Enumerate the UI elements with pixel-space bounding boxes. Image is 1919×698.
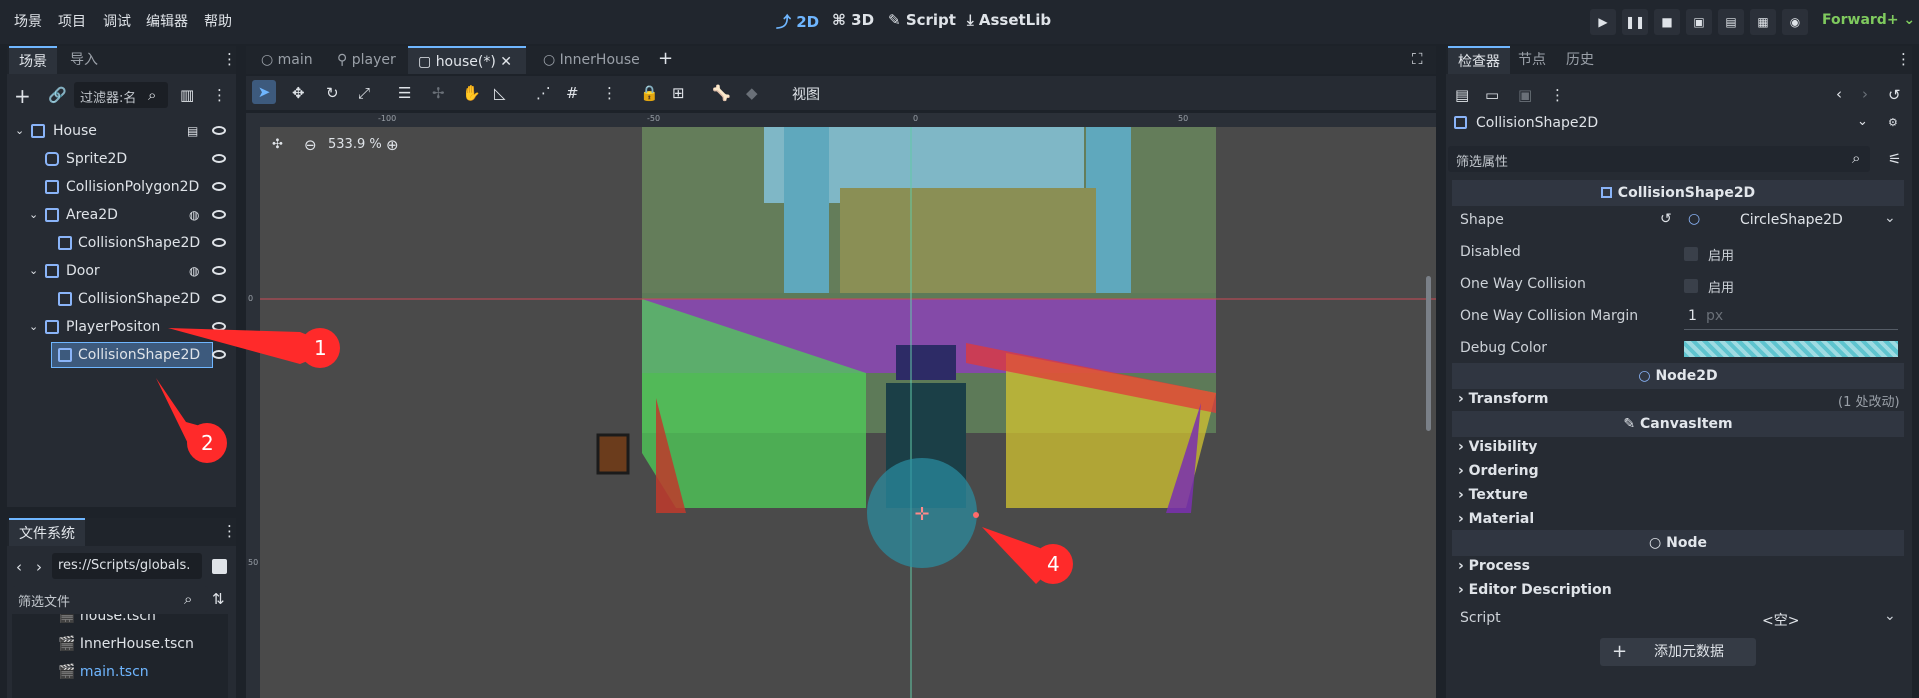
script-value[interactable]: <空> [1762, 610, 1799, 630]
prop-one-way-collision: One Way Collision 启用 [1460, 276, 1735, 296]
section-node2d[interactable]: ○ Node2D [1452, 363, 1904, 389]
recent-icon[interactable]: ↺ [1888, 86, 1901, 104]
callout-2-label: 2 [201, 431, 214, 455]
plus-icon: + [1612, 641, 1628, 662]
circle-shape-icon: ○ [1688, 211, 1701, 227]
group-ordering[interactable]: › Ordering [1458, 463, 1539, 479]
save-resource-icon[interactable]: ▣ [1518, 86, 1532, 104]
revert-icon[interactable]: ↺ [1660, 211, 1672, 227]
history-back-icon[interactable]: ‹ [1836, 85, 1842, 103]
chevron-right-icon: › [1458, 391, 1464, 407]
shape-resource-dropdown[interactable]: CircleShape2D [1740, 212, 1843, 228]
shape-icon [1600, 187, 1612, 198]
group-visibility[interactable]: › Visibility [1458, 439, 1537, 455]
one-way-checkbox[interactable] [1684, 279, 1698, 293]
group-editor-description[interactable]: › Editor Description [1458, 582, 1612, 598]
add-metadata-button[interactable]: + 添加元数据 [1600, 638, 1756, 666]
callout-1-label: 1 [314, 336, 327, 360]
search-icon: ⌕ [1852, 149, 1861, 167]
group-texture[interactable]: › Texture [1458, 487, 1528, 503]
section-node[interactable]: ○ Node [1452, 530, 1904, 556]
prop-script: Script <空> ⌄ [1460, 608, 1896, 630]
disabled-checkbox[interactable] [1684, 247, 1698, 261]
chevron-right-icon: › [1458, 487, 1464, 503]
chevron-right-icon: › [1458, 463, 1464, 479]
more-icon[interactable]: ⋮ [1550, 86, 1565, 104]
prop-shape: Shape ↺ ○ CircleShape2D ⌄ [1460, 210, 1896, 228]
chevron-down-icon[interactable]: ⌄ [1884, 210, 1896, 226]
pencil-icon: ✎ [1623, 416, 1636, 432]
chevron-right-icon: › [1458, 582, 1464, 598]
prop-one-way-margin: One Way Collision Margin 1 px [1452, 304, 1902, 336]
node-icon: ○ [1649, 535, 1662, 551]
shape-icon [1454, 116, 1467, 129]
section-canvasitem[interactable]: ✎ CanvasItem [1452, 411, 1904, 437]
tab-history[interactable]: 历史 [1556, 46, 1604, 74]
property-filter-input[interactable]: 筛选属性 [1448, 146, 1870, 172]
prop-disabled: Disabled 启用 [1460, 244, 1735, 264]
doc-icon[interactable]: ⚙ [1888, 116, 1898, 129]
chevron-right-icon: › [1458, 439, 1464, 455]
debug-color-swatch[interactable] [1684, 341, 1898, 357]
chevron-right-icon: › [1458, 511, 1464, 527]
tab-node[interactable]: 节点 [1508, 46, 1556, 74]
history-forward-icon[interactable]: › [1862, 85, 1868, 103]
group-transform[interactable]: › Transform [1458, 391, 1549, 407]
tab-inspector[interactable]: 检查器 [1448, 46, 1510, 74]
callout-4-label: 4 [1047, 552, 1060, 576]
node2d-icon: ○ [1638, 368, 1651, 384]
section-collisionshape2d[interactable]: CollisionShape2D [1452, 180, 1904, 206]
group-process[interactable]: › Process [1458, 558, 1530, 574]
chevron-down-icon: ⌄ [1857, 114, 1868, 129]
open-resource-icon[interactable]: ▭ [1485, 86, 1499, 104]
filter-options-icon[interactable]: ⚟ [1888, 150, 1901, 168]
chevron-down-icon[interactable]: ⌄ [1884, 608, 1896, 624]
group-material[interactable]: › Material [1458, 511, 1534, 527]
margin-slider[interactable]: 1 px [1684, 306, 1898, 330]
chevron-right-icon: › [1458, 558, 1464, 574]
transform-changes-note: (1 处改动) [1838, 395, 1900, 410]
new-resource-icon[interactable]: ▤ [1455, 86, 1469, 104]
kebab-icon[interactable]: ⋮ [1896, 50, 1911, 68]
object-selector[interactable]: CollisionShape2D ⌄ [1452, 112, 1878, 138]
